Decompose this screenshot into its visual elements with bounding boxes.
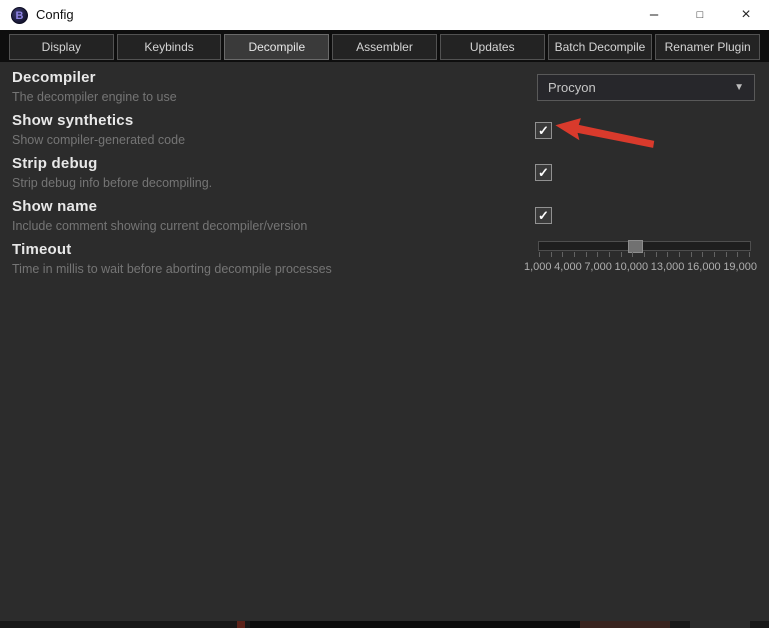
tick-label: 10,000 [614,261,649,273]
strip-debug-checkbox[interactable]: ✓ [535,164,552,181]
timeout-label: Timeout [12,241,72,258]
tab-assembler[interactable]: Assembler [332,34,437,60]
checkmark-icon: ✓ [538,165,549,180]
tab-bar: Display Keybinds Decompile Assembler Upd… [0,30,769,62]
config-window: B Config – □ × Display Keybinds Decompil… [0,0,769,628]
show-name-description: Include comment showing current decompil… [12,219,308,233]
decompiler-label: Decompiler [12,69,96,86]
show-name-label: Show name [12,198,98,215]
window-controls: – □ × [631,0,769,30]
show-name-checkbox[interactable]: ✓ [535,207,552,224]
decompiler-description: The decompiler engine to use [12,90,177,104]
tick-label: 16,000 [687,261,721,273]
tab-label: Updates [469,40,515,54]
slider-ticks [539,252,750,258]
tab-display[interactable]: Display [9,34,114,60]
titlebar: B Config – □ × [0,0,769,30]
checkmark-icon: ✓ [538,208,549,223]
tab-label: Keybinds [144,40,194,54]
maximize-icon: □ [696,9,704,21]
background-window-sliver [0,621,769,628]
window-title: Config [36,7,74,22]
minimize-button[interactable]: – [631,0,677,30]
strip-debug-description: Strip debug info before decompiling. [12,176,213,190]
decompile-settings-panel: Decompiler The decompiler engine to use … [0,62,769,628]
app-icon-letter: B [15,9,24,22]
app-icon: B [11,7,28,24]
close-button[interactable]: × [723,0,769,30]
decompiler-dropdown-value: Procyon [548,80,596,95]
chevron-down-icon: ▼ [734,82,744,93]
slider-tick-labels: 1,000 4,000 7,000 10,000 13,000 16,000 1… [524,261,757,273]
tab-label: Assembler [356,40,413,54]
tab-updates[interactable]: Updates [439,34,545,60]
timeout-slider[interactable] [538,240,751,253]
strip-debug-label: Strip debug [12,155,98,172]
tab-renamer-plugin[interactable]: Renamer Plugin [655,34,761,60]
tab-label: Batch Decompile [554,40,646,54]
tick-label: 13,000 [650,261,685,273]
annotation-arrow [555,118,655,148]
tab-decompile[interactable]: Decompile [224,34,330,60]
tab-batch-decompile[interactable]: Batch Decompile [547,34,653,60]
checkmark-icon: ✓ [538,123,549,138]
show-synthetics-description: Show compiler-generated code [12,133,186,147]
tab-label: Decompile [248,40,306,54]
tab-label: Display [41,40,82,54]
show-synthetics-label: Show synthetics [12,112,134,129]
decompiler-dropdown[interactable]: Procyon ▼ [537,74,755,101]
tab-label: Renamer Plugin [664,40,751,54]
tick-label: 4,000 [554,261,582,273]
show-synthetics-checkbox[interactable]: ✓ [535,122,552,139]
close-icon: × [741,6,751,23]
tab-keybinds[interactable]: Keybinds [116,34,222,60]
maximize-button[interactable]: □ [677,0,723,30]
tick-label: 19,000 [723,261,757,273]
tick-label: 7,000 [584,261,612,273]
tick-label: 1,000 [524,261,552,273]
timeout-description: Time in millis to wait before aborting d… [12,262,332,276]
minimize-icon: – [649,6,659,23]
